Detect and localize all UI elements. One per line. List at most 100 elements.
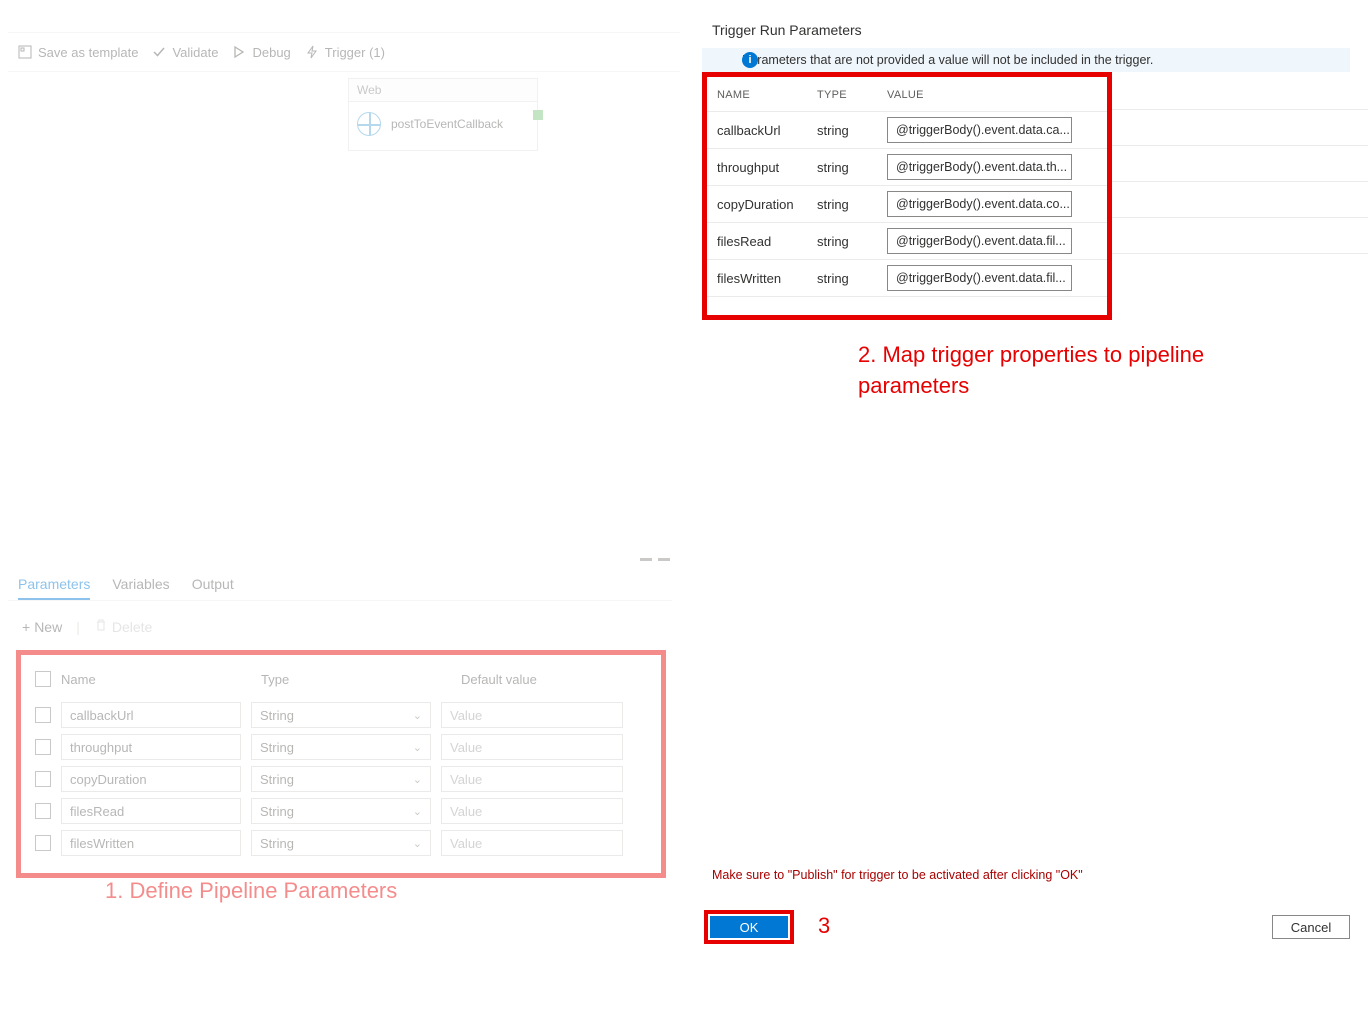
trigger-table-header: NAME TYPE VALUE xyxy=(707,77,1107,112)
param-row: String⌄ xyxy=(31,763,651,795)
check-icon xyxy=(152,45,166,59)
delete-parameter-button[interactable]: Delete xyxy=(94,618,152,635)
tab-divider xyxy=(8,600,672,601)
param-type-select[interactable]: String⌄ xyxy=(251,798,431,824)
cancel-button[interactable]: Cancel xyxy=(1272,915,1350,939)
info-icon: i xyxy=(742,52,758,68)
param-row: String⌄ xyxy=(31,731,651,763)
trigger-param-value-input[interactable]: @triggerBody().event.data.th... xyxy=(887,154,1072,180)
param-type-select[interactable]: String⌄ xyxy=(251,830,431,856)
dialog-footer: OK Cancel xyxy=(704,910,1350,944)
panel-title: Trigger Run Parameters xyxy=(712,22,862,38)
chevron-down-icon: ⌄ xyxy=(413,741,422,754)
select-all-checkbox[interactable] xyxy=(35,671,51,687)
param-type-select[interactable]: String⌄ xyxy=(251,766,431,792)
param-name-input[interactable] xyxy=(61,798,241,824)
chevron-down-icon: ⌄ xyxy=(413,709,422,722)
save-as-template-button[interactable]: Save as template xyxy=(18,45,138,60)
trigger-param-type: string xyxy=(817,271,887,286)
ok-button[interactable]: OK xyxy=(710,916,788,938)
validate-button[interactable]: Validate xyxy=(152,45,218,60)
annotation-box-2-top xyxy=(702,72,1112,77)
trigger-param-row: copyDurationstring@triggerBody().event.d… xyxy=(707,186,1107,223)
param-default-input[interactable] xyxy=(441,702,623,728)
info-message: Parameters that are not provided a value… xyxy=(702,48,1350,72)
params-actions: + New | Delete xyxy=(22,618,152,635)
pipeline-designer-panel: Save as template Validate Debug Trigger … xyxy=(0,0,680,1010)
trigger-param-name: callbackUrl xyxy=(717,123,817,138)
trigger-label: Trigger (1) xyxy=(325,45,385,60)
param-row-checkbox[interactable] xyxy=(35,835,51,851)
param-type-select[interactable]: String⌄ xyxy=(251,734,431,760)
trigger-param-value-input[interactable]: @triggerBody().event.data.ca... xyxy=(887,117,1072,143)
param-row: String⌄ xyxy=(31,795,651,827)
designer-toolbar: Save as template Validate Debug Trigger … xyxy=(8,32,680,72)
annotation-box-3: OK xyxy=(704,910,794,944)
chevron-down-icon: ⌄ xyxy=(413,773,422,786)
param-type-select[interactable]: String⌄ xyxy=(251,702,431,728)
trigger-param-row: throughputstring@triggerBody().event.dat… xyxy=(707,149,1107,186)
trigger-param-name: filesRead xyxy=(717,234,817,249)
trigger-param-type: string xyxy=(817,234,887,249)
param-row: String⌄ xyxy=(31,827,651,859)
trigger-button[interactable]: Trigger (1) xyxy=(305,45,385,60)
save-template-icon xyxy=(18,45,32,59)
validate-label: Validate xyxy=(172,45,218,60)
trigger-param-value-input[interactable]: @triggerBody().event.data.fil... xyxy=(887,228,1072,254)
globe-icon xyxy=(357,112,381,136)
delete-label: Delete xyxy=(112,619,152,635)
activity-name: postToEventCallback xyxy=(391,117,503,131)
pipeline-parameters-table: Name Type Default value String⌄ String⌄ St… xyxy=(16,650,666,878)
action-separator: | xyxy=(76,619,80,635)
trigger-parameters-table: NAME TYPE VALUE callbackUrlstring@trigge… xyxy=(702,72,1112,320)
param-default-input[interactable] xyxy=(441,734,623,760)
trig-header-name: NAME xyxy=(717,89,817,101)
new-label: New xyxy=(34,619,62,635)
param-name-input[interactable] xyxy=(61,766,241,792)
param-name-input[interactable] xyxy=(61,702,241,728)
header-name: Name xyxy=(61,672,251,687)
lightning-icon xyxy=(305,45,319,59)
trigger-param-row: filesWrittenstring@triggerBody().event.d… xyxy=(707,260,1107,297)
param-default-input[interactable] xyxy=(441,830,623,856)
trigger-param-name: filesWritten xyxy=(717,271,817,286)
trigger-param-type: string xyxy=(817,123,887,138)
tab-output[interactable]: Output xyxy=(192,576,234,600)
chevron-down-icon: ⌄ xyxy=(413,837,422,850)
trigger-param-type: string xyxy=(817,160,887,175)
param-row-checkbox[interactable] xyxy=(35,707,51,723)
save-template-label: Save as template xyxy=(38,45,138,60)
param-default-input[interactable] xyxy=(441,766,623,792)
params-table-header: Name Type Default value xyxy=(31,665,651,699)
param-row-checkbox[interactable] xyxy=(35,803,51,819)
annotation-3: 3 xyxy=(818,913,830,939)
tab-variables[interactable]: Variables xyxy=(112,576,169,600)
param-row-checkbox[interactable] xyxy=(35,771,51,787)
activity-type-label: Web xyxy=(349,79,537,102)
trigger-param-name: copyDuration xyxy=(717,197,817,212)
trigger-param-value-input[interactable]: @triggerBody().event.data.co... xyxy=(887,191,1072,217)
param-name-input[interactable] xyxy=(61,830,241,856)
trigger-param-row: filesReadstring@triggerBody().event.data… xyxy=(707,223,1107,260)
table-row-extensions xyxy=(1112,77,1368,289)
param-row: String⌄ xyxy=(31,699,651,731)
header-type: Type xyxy=(261,672,451,687)
activity-output-handle[interactable] xyxy=(533,110,543,120)
tab-parameters[interactable]: Parameters xyxy=(18,576,90,600)
trig-header-type: TYPE xyxy=(817,89,887,101)
new-parameter-button[interactable]: + New xyxy=(22,619,62,635)
trigger-param-value-input[interactable]: @triggerBody().event.data.fil... xyxy=(887,265,1072,291)
plus-icon: + xyxy=(22,619,30,635)
panel-splitter-handle[interactable] xyxy=(640,558,670,564)
param-row-checkbox[interactable] xyxy=(35,739,51,755)
debug-label: Debug xyxy=(252,45,290,60)
param-default-input[interactable] xyxy=(441,798,623,824)
debug-button[interactable]: Debug xyxy=(232,45,290,60)
param-name-input[interactable] xyxy=(61,734,241,760)
trigger-param-row: callbackUrlstring@triggerBody().event.da… xyxy=(707,112,1107,149)
properties-tabs: Parameters Variables Output xyxy=(18,576,672,600)
web-activity-card[interactable]: Web postToEventCallback xyxy=(348,78,538,151)
trigger-run-parameters-panel: Trigger Run Parameters i Parameters that… xyxy=(690,0,1368,1010)
trig-header-value: VALUE xyxy=(887,89,1097,101)
chevron-down-icon: ⌄ xyxy=(413,805,422,818)
